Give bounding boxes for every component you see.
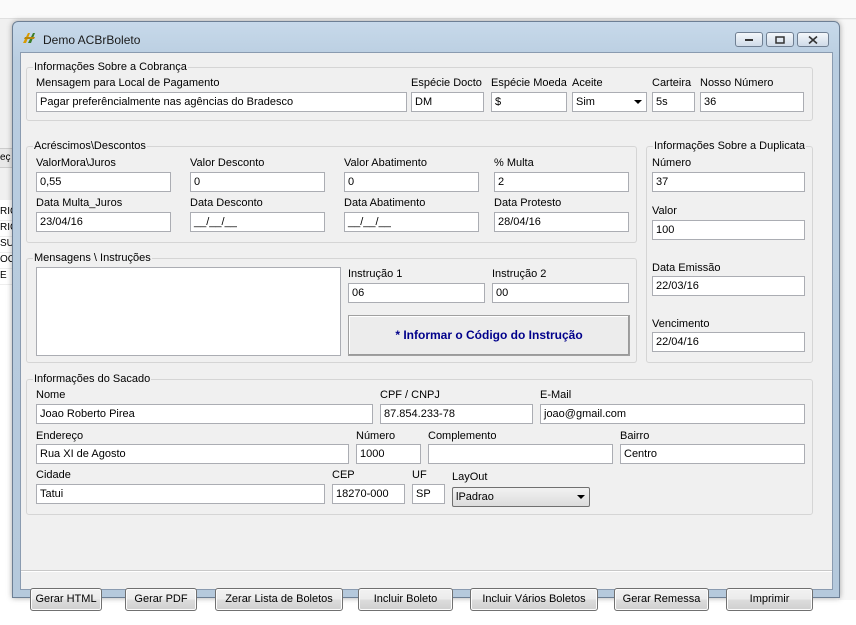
valor-mora-field[interactable]: 0,55 <box>36 172 171 192</box>
sacado-numero-field[interactable]: 1000 <box>356 444 421 464</box>
duplicata-valor-label: Valor <box>652 205 677 217</box>
duplicata-numero-label: Número <box>652 157 692 169</box>
gerar-pdf-button[interactable]: Gerar PDF <box>125 588 197 611</box>
incluir-varios-boletos-button[interactable]: Incluir Vários Boletos <box>470 588 598 611</box>
data-protesto-field[interactable]: 28/04/16 <box>494 212 629 232</box>
especie-moeda-field[interactable]: $ <box>491 92 567 112</box>
app-icon <box>23 33 35 43</box>
duplicata-group-title: Informações Sobre a Duplicata <box>653 140 807 153</box>
close-icon <box>808 35 818 44</box>
valor-mora-label: ValorMora\Juros <box>36 157 116 169</box>
bairro-label: Bairro <box>620 430 650 442</box>
minimize-icon <box>745 38 753 41</box>
cep-field[interactable]: 18270-000 <box>332 484 405 504</box>
data-multa-field[interactable]: 23/04/16 <box>36 212 171 232</box>
close-button[interactable] <box>797 32 829 47</box>
incluir-boleto-button[interactable]: Incluir Boleto <box>358 588 453 611</box>
gerar-html-button[interactable]: Gerar HTML <box>30 588 102 611</box>
complemento-label: Complemento <box>428 430 497 442</box>
vencimento-label: Vencimento <box>652 318 710 330</box>
maximize-button[interactable] <box>766 32 794 47</box>
especie-moeda-label: Espécie Moeda <box>491 77 567 89</box>
valor-desconto-label: Valor Desconto <box>190 157 265 169</box>
demo-acbrboleto-window: Demo ACBrBoleto Informações Sobre a Cobr… <box>12 21 840 611</box>
cep-label: CEP <box>332 469 355 481</box>
data-desconto-label: Data Desconto <box>190 197 263 209</box>
button-bar-separator <box>21 570 832 572</box>
background-toolbar <box>0 0 856 19</box>
valor-abatimento-field[interactable]: 0 <box>344 172 479 192</box>
acrescimos-group-title: Acréscimos\Descontos <box>33 140 147 153</box>
multa-label: % Multa <box>494 157 534 169</box>
sacado-numero-label: Número <box>356 430 396 442</box>
local-pagamento-label: Mensagem para Local de Pagamento <box>36 77 220 89</box>
nome-label: Nome <box>36 389 66 401</box>
endereco-field[interactable]: Rua XI de Agosto <box>36 444 349 464</box>
gerar-remessa-button[interactable]: Gerar Remessa <box>614 588 709 611</box>
instrucao1-field[interactable]: 06 <box>348 283 485 303</box>
duplicata-numero-field[interactable]: 37 <box>652 172 805 192</box>
data-abatimento-field[interactable]: __/__/__ <box>344 212 479 232</box>
cpf-cnpj-label: CPF / CNPJ <box>380 389 440 401</box>
chevron-down-icon <box>577 495 585 499</box>
uf-label: UF <box>412 469 427 481</box>
data-emissao-field[interactable]: 22/03/16 <box>652 276 805 296</box>
cpf-cnpj-field[interactable]: 87.854.233-78 <box>380 404 533 424</box>
minimize-button[interactable] <box>735 32 763 47</box>
aceite-selected-value: Sim <box>576 96 595 108</box>
uf-field[interactable]: SP <box>412 484 445 504</box>
bairro-field[interactable]: Centro <box>620 444 805 464</box>
imprimir-button[interactable]: Imprimir <box>726 588 813 611</box>
data-desconto-field[interactable]: __/__/__ <box>190 212 325 232</box>
instrucao2-field[interactable]: 00 <box>492 283 629 303</box>
endereco-label: Endereço <box>36 430 84 442</box>
mensagens-textarea[interactable] <box>36 267 341 356</box>
carteira-label: Carteira <box>652 77 692 89</box>
background-right-edge <box>838 20 856 600</box>
vencimento-field[interactable]: 22/04/16 <box>652 332 805 352</box>
background-column-label: eç <box>0 152 11 163</box>
maximize-icon <box>775 35 785 44</box>
nosso-numero-label: Nosso Número <box>700 77 774 89</box>
form-client-area: Informações Sobre a Cobrança Mensagem pa… <box>20 52 833 611</box>
layout-selected-value: lPadrao <box>456 491 494 503</box>
cobranca-group-title: Informações Sobre a Cobrança <box>33 61 188 74</box>
data-protesto-label: Data Protesto <box>494 197 562 209</box>
email-field[interactable]: joao@gmail.com <box>540 404 805 424</box>
data-abatimento-label: Data Abatimento <box>344 197 426 209</box>
valor-desconto-field[interactable]: 0 <box>190 172 325 192</box>
complemento-field[interactable] <box>428 444 613 464</box>
multa-field[interactable]: 2 <box>494 172 629 192</box>
data-emissao-label: Data Emissão <box>652 262 721 274</box>
cidade-label: Cidade <box>36 469 71 481</box>
nosso-numero-field[interactable]: 36 <box>700 92 804 112</box>
especie-docto-label: Espécie Docto <box>411 77 482 89</box>
instrucao1-label: Instrução 1 <box>348 268 403 280</box>
layout-select[interactable]: lPadrao <box>452 487 590 507</box>
carteira-field[interactable]: 5s <box>652 92 695 112</box>
instrucao2-label: Instrução 2 <box>492 268 547 280</box>
window-title: Demo ACBrBoleto <box>43 33 141 47</box>
layout-label: LayOut <box>452 471 488 483</box>
email-label: E-Mail <box>540 389 572 401</box>
data-multa-label: Data Multa_Juros <box>36 197 123 209</box>
aceite-select[interactable]: Sim <box>572 92 647 112</box>
aceite-label: Aceite <box>572 77 603 89</box>
title-bar[interactable]: Demo ACBrBoleto <box>13 22 839 48</box>
sacado-group-title: Informações do Sacado <box>33 373 152 386</box>
zerar-lista-button[interactable]: Zerar Lista de Boletos <box>215 588 343 611</box>
especie-docto-field[interactable]: DM <box>411 92 484 112</box>
mensagens-group-title: Mensagens \ Instruções <box>33 252 152 265</box>
local-pagamento-field[interactable]: Pagar preferêncialmente nas agências do … <box>36 92 407 112</box>
informar-codigo-instrucao-button[interactable]: * Informar o Código do Instrução <box>348 315 630 356</box>
chevron-down-icon <box>634 100 642 104</box>
nome-field[interactable]: Joao Roberto Pirea <box>36 404 373 424</box>
cidade-field[interactable]: Tatui <box>36 484 325 504</box>
valor-abatimento-label: Valor Abatimento <box>344 157 427 169</box>
duplicata-valor-field[interactable]: 100 <box>652 220 805 240</box>
